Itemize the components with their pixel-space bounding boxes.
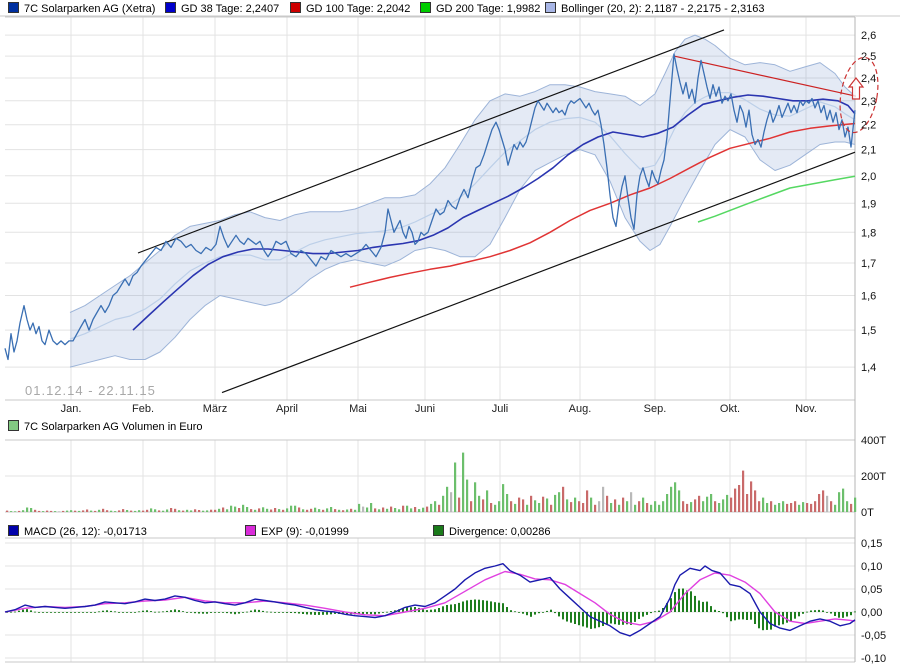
stock-chart-page: 7C Solarparken AG (Xetra) GD 38 Tage: 2,… [0,0,900,670]
macd-tick-label: -0,10 [861,653,886,665]
volume-tick-label: 200T [861,471,886,483]
legend-item-exp: EXP (9): -0,01999 [245,525,349,538]
volume-tick-label: 0T [861,507,874,519]
exp-swatch-icon [245,525,256,536]
price-tick-label: 2,2 [861,120,876,132]
x-axis-month-label: Okt. [720,403,740,415]
divergence-swatch-icon [433,525,444,536]
x-axis-month-label: Sep. [644,403,667,415]
price-tick-label: 1,9 [861,198,876,210]
chart-canvas: 2,6 2,5 2,4 2,3 2,2 2,1 2,0 1,9 1,8 1,7 1,6 1,5 1,4 4… [0,0,900,670]
x-axis-month-label: Nov. [795,403,817,415]
x-axis-month-label: April [276,403,298,415]
x-axis-month-label: Aug. [569,403,592,415]
legend-item-macd: MACD (26, 12): -0,01713 [8,525,147,538]
divergence-histogram [6,589,856,631]
volume-tick-label: 400T [861,435,886,447]
macd-label: MACD (26, 12): -0,01713 [24,526,147,538]
macd-tick-label: 0,10 [861,561,882,573]
price-tick-label: 2,3 [861,96,876,108]
gd200-line [698,176,855,222]
bollinger-band [70,35,855,367]
x-axis-month-label: Jan. [61,403,82,415]
macd-tick-label: 0,15 [861,538,882,550]
volume-legend-label: 7C Solarparken AG Volumen in Euro [24,421,203,433]
macd-tick-label: 0,00 [861,607,882,619]
legend-item-divergence: Divergence: 0,00286 [433,525,551,538]
macd-tick-label: -0,05 [861,630,886,642]
x-axis-month-label: Juli [492,403,509,415]
price-tick-label: 2,4 [861,73,876,85]
price-tick-label: 1,6 [861,290,876,302]
divergence-label: Divergence: 0,00286 [449,526,551,538]
x-axis-month-label: März [203,403,227,415]
price-tick-label: 2,5 [861,51,876,63]
exp-label: EXP (9): -0,01999 [261,526,349,538]
volume-bars [6,453,856,512]
volume-legend: 7C Solarparken AG Volumen in Euro [8,420,203,433]
x-axis-month-label: Mai [349,403,367,415]
volume-swatch-icon [8,420,19,431]
price-tick-label: 2,0 [861,171,876,183]
x-axis-month-label: Juni [415,403,435,415]
price-tick-label: 1,4 [861,362,876,374]
price-tick-label: 2,6 [861,30,876,42]
price-tick-label: 1,7 [861,258,876,270]
price-tick-label: 1,5 [861,325,876,337]
price-tick-label: 2,1 [861,145,876,157]
macd-tick-label: 0,05 [861,584,882,596]
macd-swatch-icon [8,525,19,536]
x-axis-month-label: Feb. [132,403,154,415]
price-tick-label: 1,8 [861,227,876,239]
date-range-label: 01.12.14 - 22.11.15 [25,383,156,398]
